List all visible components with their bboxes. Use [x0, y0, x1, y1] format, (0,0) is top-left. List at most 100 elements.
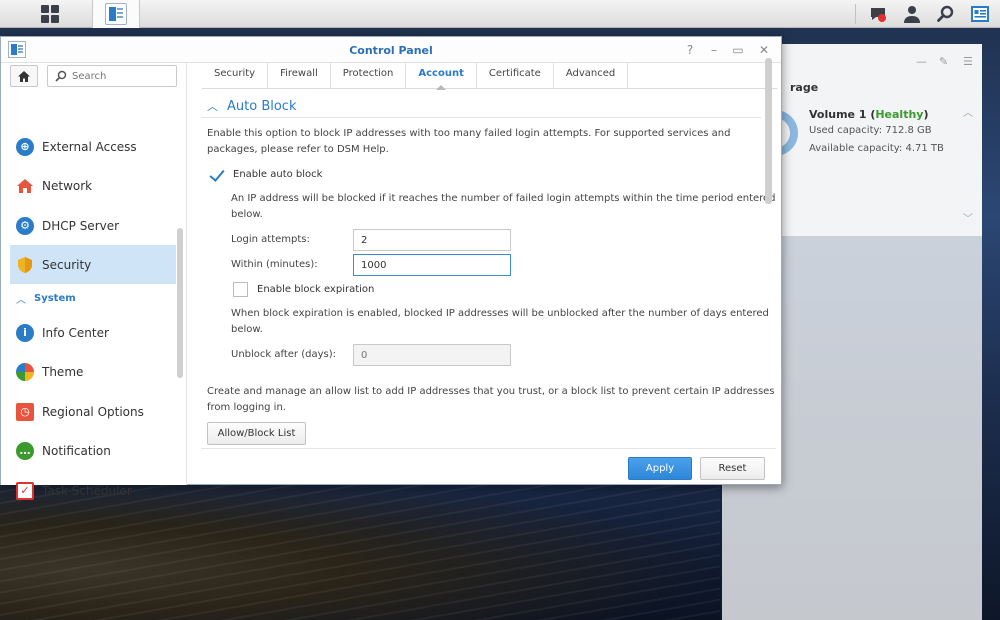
widget-pin-icon[interactable]: ✎: [939, 55, 948, 68]
globe-icon: ⊕: [16, 137, 34, 156]
unblock-after-input[interactable]: [354, 345, 510, 365]
section-divider: [201, 117, 761, 118]
description-line: When block expiration is enabled, blocke…: [231, 308, 769, 319]
sidebar-item-info-center[interactable]: i Info Center: [10, 313, 176, 352]
sidebar-section-system[interactable]: ︿ System: [10, 289, 176, 307]
maximize-button[interactable]: ▭: [729, 41, 747, 59]
sidebar-item-task-scheduler[interactable]: ✓ Task Scheduler: [10, 471, 176, 510]
chevron-down-icon[interactable]: ﹀: [963, 210, 973, 225]
description-line: below.: [231, 209, 263, 220]
description-line: from logging in.: [207, 402, 286, 413]
window-title: Control Panel: [349, 44, 433, 57]
house-icon: [16, 177, 34, 195]
sidebar-item-label: Notification: [42, 443, 111, 458]
allow-block-list-button[interactable]: Allow/Block List: [207, 422, 306, 445]
shield-icon: [16, 256, 34, 274]
chevron-up-icon: ︿: [16, 294, 26, 306]
widget-menu-icon[interactable]: ☰: [963, 55, 973, 68]
tab-firewall[interactable]: Firewall: [268, 63, 331, 89]
widgets-button[interactable]: [964, 0, 996, 28]
description-line: An IP address will be blocked if it reac…: [231, 193, 776, 204]
sidebar-item-label: External Access: [42, 139, 137, 154]
sidebar-item-label: Task Scheduler: [42, 483, 132, 498]
within-minutes-label: Within (minutes):: [231, 259, 318, 270]
sidebar-item-dhcp-server[interactable]: ⚙ DHCP Server: [10, 206, 176, 245]
sidebar-section-label: System: [34, 292, 76, 304]
unblock-after-field[interactable]: [353, 344, 511, 366]
within-minutes-input[interactable]: [354, 255, 510, 275]
checkbox-checked-icon: [209, 167, 224, 182]
sidebar-item-regional-options[interactable]: ◷ Regional Options: [10, 392, 176, 431]
login-attempts-field[interactable]: [353, 229, 511, 251]
minimize-button[interactable]: –: [705, 41, 723, 59]
volume-title: Volume 1 (Healthy): [809, 108, 929, 121]
info-icon: i: [16, 323, 34, 342]
allow-block-list-description: Create and manage an allow list to add I…: [207, 384, 775, 416]
login-attempts-label: Login attempts:: [231, 234, 310, 245]
taskbar: [0, 0, 1000, 28]
reset-button[interactable]: Reset: [700, 457, 765, 480]
storage-widget-title: rage: [790, 81, 819, 94]
auto-block-rule-text: An IP address will be blocked if it reac…: [231, 191, 776, 223]
available-capacity: Available capacity: 4.71 TB: [809, 143, 944, 154]
enable-block-expiration-checkbox[interactable]: Enable block expiration: [233, 282, 374, 297]
help-button[interactable]: ?: [681, 41, 699, 59]
window-titlebar[interactable]: Control Panel ? – ▭ ✕: [1, 37, 781, 63]
home-button[interactable]: [10, 65, 38, 87]
chat-bubble-icon: …: [16, 441, 34, 460]
sidebar-item-theme[interactable]: Theme: [10, 352, 176, 391]
section-title: Auto Block: [227, 98, 297, 114]
user-button[interactable]: [896, 0, 928, 28]
grid-icon: [41, 5, 59, 23]
search-button[interactable]: [930, 0, 962, 28]
tab-account[interactable]: Account: [406, 63, 477, 90]
home-icon: [18, 70, 30, 82]
search-icon: [937, 5, 954, 22]
tab-certificate[interactable]: Certificate: [477, 63, 554, 89]
taskbar-control-panel-button[interactable]: [92, 0, 140, 28]
tab-security[interactable]: Security: [202, 63, 269, 89]
volume-status: Healthy: [875, 108, 924, 121]
used-capacity: Used capacity: 712.8 GB: [809, 125, 932, 136]
enable-auto-block-checkbox[interactable]: Enable auto block: [209, 167, 322, 182]
description-line: below.: [231, 324, 263, 335]
sidebar-search[interactable]: [47, 65, 177, 87]
sidebar-item-label: Regional Options: [42, 404, 144, 419]
apply-button[interactable]: Apply: [628, 457, 692, 480]
tab-protection[interactable]: Protection: [331, 63, 407, 89]
sidebar-item-label: Info Center: [42, 325, 109, 340]
tab-bar: Security Firewall Protection Account Cer…: [202, 63, 777, 90]
taskbar-separator: [855, 4, 856, 24]
storage-widget: [782, 44, 982, 236]
login-attempts-input[interactable]: [354, 230, 510, 250]
control-panel-icon: [105, 3, 127, 25]
sidebar-item-label: Security: [42, 257, 92, 272]
checkbox-unchecked-icon: [233, 282, 248, 297]
close-button[interactable]: ✕: [755, 41, 773, 59]
search-input[interactable]: [72, 69, 172, 84]
widgets-icon: [971, 6, 989, 22]
dhcp-icon: ⚙: [16, 216, 34, 235]
sidebar-item-network[interactable]: Network: [10, 166, 176, 205]
main-menu-button[interactable]: [28, 0, 72, 28]
sidebar-item-notification[interactable]: … Notification: [10, 431, 176, 470]
auto-block-description: Enable this option to block IP addresses…: [207, 126, 730, 158]
checkbox-label: Enable auto block: [233, 169, 323, 180]
chevron-up-icon[interactable]: ︿: [963, 104, 973, 119]
sidebar-item-external-access[interactable]: ⊕ External Access: [10, 127, 176, 166]
description-line: packages, please refer to DSM Help.: [207, 144, 389, 155]
volume-name: Volume 1: [809, 108, 867, 121]
auto-block-section-header[interactable]: ︿ Auto Block: [207, 98, 296, 114]
palette-icon: [16, 362, 34, 381]
sidebar-item-security[interactable]: Security: [10, 245, 176, 284]
description-line: Create and manage an allow list to add I…: [207, 386, 775, 397]
within-minutes-field[interactable]: [353, 254, 511, 276]
widget-minus-icon[interactable]: —: [916, 55, 927, 68]
checkbox-label: Enable block expiration: [257, 284, 375, 295]
sidebar-scrollbar[interactable]: [177, 228, 183, 378]
volume-disc-icon: [782, 110, 798, 156]
notifications-button[interactable]: [862, 0, 894, 28]
sidebar-item-label: Theme: [42, 364, 84, 379]
tab-advanced[interactable]: Advanced: [554, 63, 629, 89]
content-scrollbar[interactable]: [765, 58, 772, 204]
